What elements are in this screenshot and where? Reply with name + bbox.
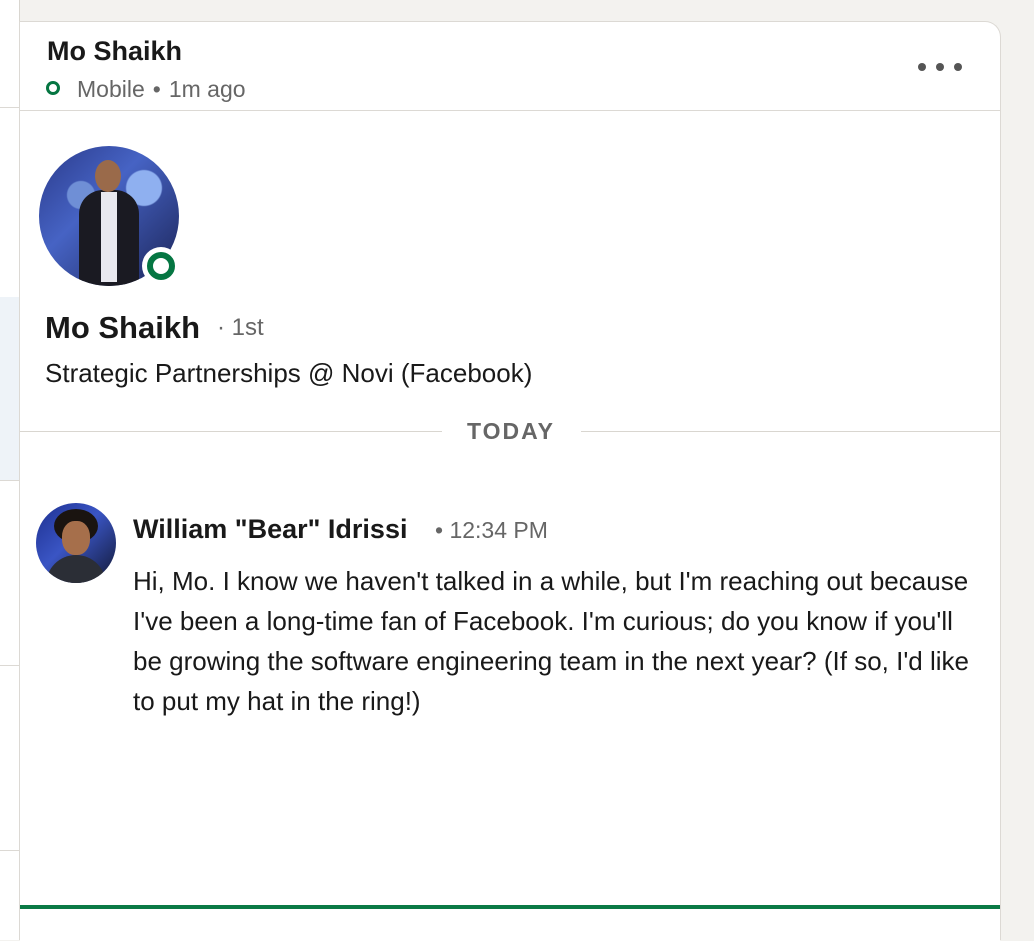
online-status-icon: [46, 81, 60, 95]
message-sender-name[interactable]: William "Bear" Idrissi: [133, 514, 407, 545]
selected-conversation-highlight[interactable]: [0, 297, 19, 481]
conversation-list-edge[interactable]: [0, 0, 20, 940]
header-status: Mobile • 1m ago: [77, 76, 246, 103]
last-active: 1m ago: [168, 76, 246, 102]
profile-headline: Strategic Partnerships @ Novi (Facebook): [45, 358, 533, 388]
date-divider-label: TODAY: [467, 418, 555, 444]
message-compose-input[interactable]: [20, 909, 1000, 941]
conversation-panel: Mo Shaikh Mobile • 1m ago Mo Shaikh · 1st …: [19, 21, 1001, 941]
more-horizontal-icon: [918, 63, 926, 71]
status-separator: •: [152, 76, 161, 102]
date-divider-line: [20, 431, 442, 432]
header-contact-name[interactable]: Mo Shaikh: [47, 36, 182, 67]
date-divider-line: [581, 431, 1000, 432]
message-timestamp: • 12:34 PM: [435, 517, 548, 543]
online-badge-icon: [142, 247, 180, 285]
conversation-header: Mo Shaikh Mobile • 1m ago: [20, 22, 1000, 111]
more-options-button[interactable]: [918, 56, 962, 78]
message-text: Hi, Mo. I know we haven't talked in a wh…: [133, 566, 969, 716]
list-divider: [0, 107, 19, 108]
sender-avatar[interactable]: [36, 503, 116, 583]
connection-degree: · 1st: [217, 314, 264, 341]
list-divider: [0, 480, 19, 481]
list-divider: [0, 850, 19, 851]
profile-name[interactable]: Mo Shaikh: [45, 310, 200, 346]
device-label: Mobile: [77, 76, 145, 102]
list-divider: [0, 665, 19, 666]
